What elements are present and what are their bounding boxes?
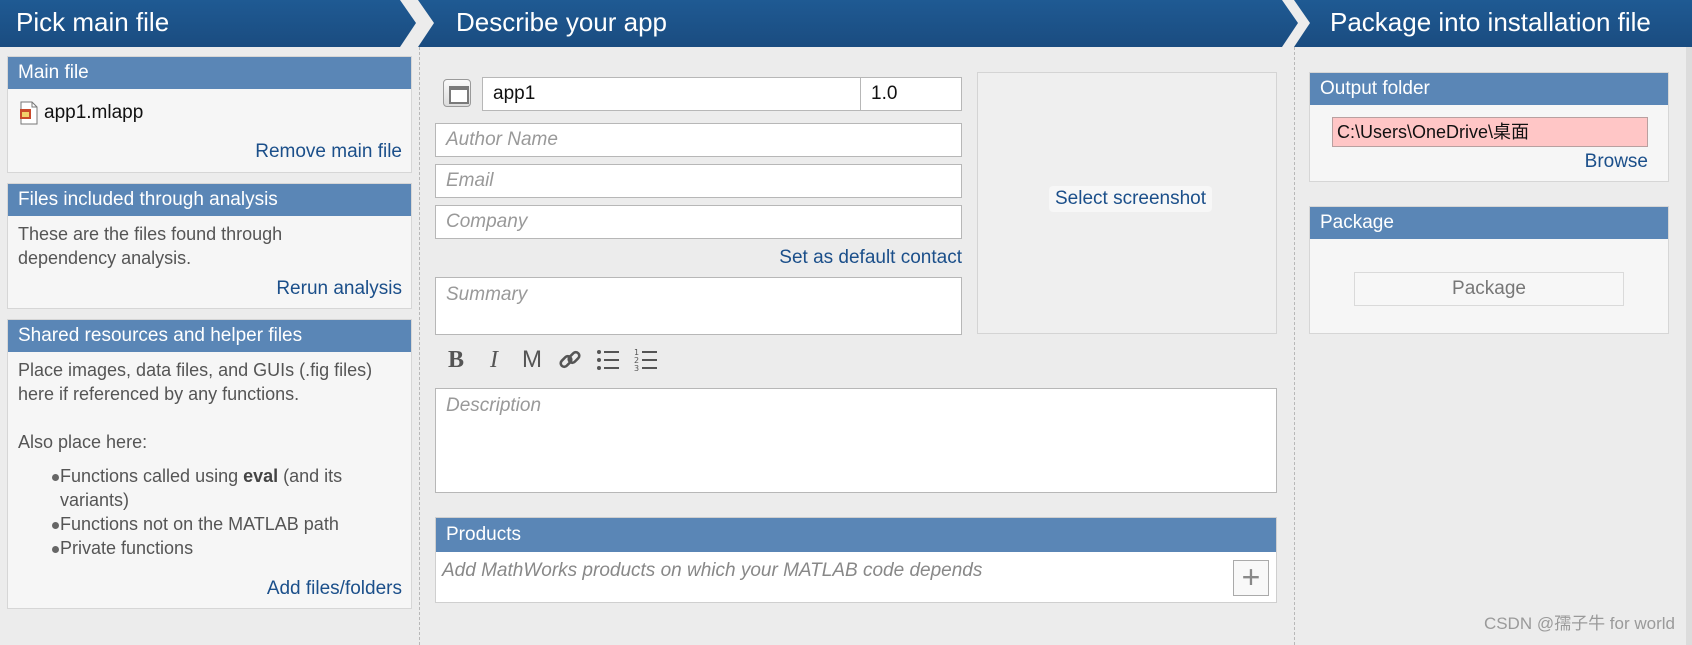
step-package: Package into installation file xyxy=(1294,0,1692,47)
step-describe-app: Describe your app xyxy=(418,0,1298,47)
bullet-bold-text: eval xyxy=(243,466,279,486)
step-pick-main-file: Pick main file xyxy=(0,0,416,47)
browse-link[interactable]: Browse xyxy=(1585,151,1648,173)
remove-main-file-link[interactable]: Remove main file xyxy=(255,141,402,163)
window-edge xyxy=(1686,47,1692,645)
package-button[interactable]: Package xyxy=(1354,272,1624,306)
output-folder-header: Output folder xyxy=(1310,73,1668,105)
watermark: CSDN @孺子牛 for world xyxy=(1483,614,1675,633)
select-screenshot-button[interactable]: Select screenshot xyxy=(1049,186,1213,212)
column-divider xyxy=(419,47,420,645)
add-product-button[interactable]: + xyxy=(1233,560,1269,596)
analysis-header: Files included through analysis xyxy=(8,184,411,216)
mlapp-file-icon xyxy=(18,101,40,125)
analysis-panel: Files included through analysis These ar… xyxy=(7,183,412,309)
link-icon[interactable] xyxy=(557,346,583,374)
also-place-here-label: Also place here: xyxy=(18,432,148,452)
main-file-item[interactable]: app1.mlapp xyxy=(18,101,143,125)
main-file-panel: Main file app1.mlapp Remove main file xyxy=(7,56,412,173)
package-panel: Package Package xyxy=(1309,206,1669,334)
version-field[interactable]: 1.0 xyxy=(860,77,962,111)
numbered-list-icon[interactable]: 1 2 3 xyxy=(633,346,659,374)
svg-text:3: 3 xyxy=(634,364,639,373)
bullet-eval: Functions called using eval (and its var… xyxy=(8,464,408,512)
main-file-name: app1.mlapp xyxy=(44,102,144,123)
column-divider xyxy=(1294,47,1295,645)
shared-text-line: Place images, data files, and GUIs (.fig… xyxy=(18,360,373,380)
screenshot-area[interactable]: Select screenshot xyxy=(977,72,1277,334)
bullet-text: variants) xyxy=(60,490,130,510)
set-default-contact-link[interactable]: Set as default contact xyxy=(779,247,962,269)
analysis-text-line: dependency analysis. xyxy=(18,248,192,268)
description-toolbar: B I M 1 2 3 xyxy=(443,346,659,374)
app-icon-picker[interactable] xyxy=(443,79,471,107)
rerun-analysis-link[interactable]: Rerun analysis xyxy=(276,278,402,300)
email-field[interactable]: Email xyxy=(435,164,962,198)
author-name-field[interactable]: Author Name xyxy=(435,123,962,157)
products-hint: Add MathWorks products on which your MAT… xyxy=(442,560,983,581)
package-header: Package xyxy=(1310,207,1668,239)
shared-resources-panel: Shared resources and helper files Place … xyxy=(7,319,412,609)
package-body: Package xyxy=(1310,239,1668,335)
bullet-text: Functions called using xyxy=(60,466,244,486)
company-field[interactable]: Company xyxy=(435,205,962,239)
main-file-header: Main file xyxy=(8,57,411,89)
shared-resources-description: Place images, data files, and GUIs (.fig… xyxy=(18,358,372,406)
bulleted-list-icon[interactable] xyxy=(595,346,621,374)
output-folder-path[interactable]: C:\Users\OneDrive\桌面 xyxy=(1332,117,1648,147)
bullet-not-on-path: Functions not on the MATLAB path xyxy=(8,512,408,536)
bullet-text: (and its xyxy=(278,466,343,486)
step-header: Pick main file Describe your app Package… xyxy=(0,0,1692,47)
italic-button[interactable]: I xyxy=(481,346,507,374)
output-folder-panel: Output folder C:\Users\OneDrive\桌面 Brows… xyxy=(1309,72,1669,182)
add-files-folders-link[interactable]: Add files/folders xyxy=(267,578,402,600)
products-panel: Products Add MathWorks products on which… xyxy=(435,517,1277,603)
description-field[interactable]: Description xyxy=(435,388,1277,493)
bullet-private-functions: Private functions xyxy=(8,536,408,560)
analysis-text-line: These are the files found through xyxy=(18,224,283,244)
analysis-description: These are the files found through depend… xyxy=(18,222,282,270)
monospace-button[interactable]: M xyxy=(519,346,545,374)
shared-text-line: here if referenced by any functions. xyxy=(18,384,300,404)
shared-resources-header: Shared resources and helper files xyxy=(8,320,411,352)
bold-button[interactable]: B xyxy=(443,346,469,374)
bullet-list: Functions called using eval (and its var… xyxy=(8,464,408,560)
summary-field[interactable]: Summary xyxy=(435,277,962,335)
products-header: Products xyxy=(436,518,1276,552)
app-name-field[interactable]: app1 xyxy=(482,77,861,111)
